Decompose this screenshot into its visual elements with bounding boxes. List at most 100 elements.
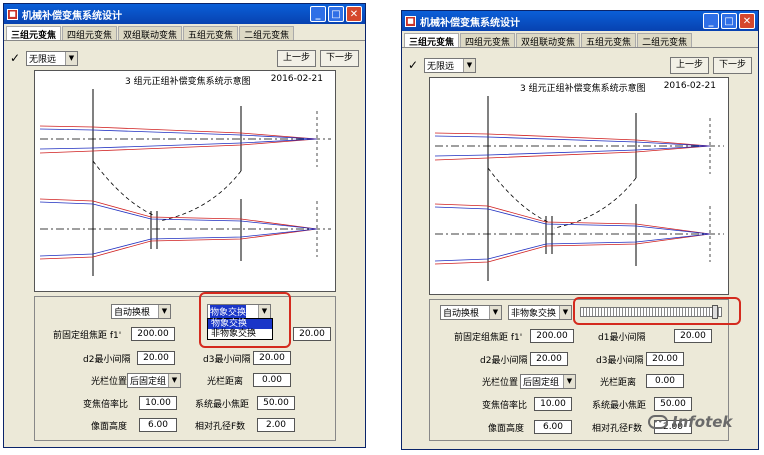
tab-linked[interactable]: 双组联动变焦 <box>118 26 183 41</box>
d1-input[interactable]: 20.00 <box>674 329 712 343</box>
wechat-icon: •• <box>648 415 668 429</box>
maximize-icon[interactable]: □ <box>721 13 737 29</box>
d2-input[interactable]: 20.00 <box>530 352 568 366</box>
stop-pos-label: 光栏位置 <box>482 377 519 388</box>
window-title: 机械补偿变焦系统设计 <box>22 10 122 22</box>
title-bar[interactable]: ■ 机械补偿变焦系统设计 _ □ ✕ <box>4 4 365 24</box>
chevron-down-icon[interactable]: ▼ <box>559 305 571 319</box>
image-height-input[interactable]: 6.00 <box>139 418 177 432</box>
min-focal-label: 系统最小焦距 <box>195 399 250 410</box>
front-focal-input[interactable]: 200.00 <box>131 327 175 341</box>
toolbar: ✓ 无限远 ▼ 上一步 下一步 <box>408 55 752 75</box>
zoom-type-select[interactable]: 非物象交换 ▼ <box>508 304 572 320</box>
stop-pos-select[interactable]: 后固定组 ▼ <box>520 373 576 389</box>
stop-dist-label: 光栏距离 <box>207 376 244 387</box>
zoom-ratio-input[interactable]: 10.00 <box>534 397 572 411</box>
optical-diagram <box>434 96 724 281</box>
min-focal-label: 系统最小焦距 <box>592 400 647 411</box>
ray-blue-lower-2 <box>39 228 318 257</box>
compensator-cam-curve <box>553 177 637 229</box>
distance-value: 无限远 <box>427 61 455 72</box>
root-mode-value: 自动换根 <box>443 308 480 319</box>
rel-aperture-label: 相对孔径F数 <box>195 421 246 432</box>
chevron-down-icon[interactable]: ▼ <box>168 373 180 387</box>
tab-five-group[interactable]: 五组元变焦 <box>581 33 637 48</box>
check-icon: ✓ <box>408 58 419 72</box>
image-height-input[interactable]: 6.00 <box>534 420 572 434</box>
prev-button[interactable]: 上一步 <box>276 49 316 67</box>
tab-bar: 三组元变焦 四组元变焦 双组联动变焦 五组元变焦 二组元变焦 <box>402 31 758 48</box>
image-height-label: 像面高度 <box>488 423 525 434</box>
diagram-canvas: 3 组元正组补偿变焦系统示意图 2016-02-21 <box>34 70 336 292</box>
tab-four-group[interactable]: 四组元变焦 <box>460 33 516 48</box>
zoom-cam-curve <box>92 160 154 216</box>
tab-four-group[interactable]: 四组元变焦 <box>62 26 118 41</box>
rel-aperture-label: 相对孔径F数 <box>592 423 643 434</box>
front-focal-label: 前固定组焦距 f1' <box>53 330 122 341</box>
d3-input[interactable]: 20.00 <box>253 351 291 365</box>
min-focal-input[interactable]: 50.00 <box>257 396 295 410</box>
d1-label: d1最小间隔 <box>598 332 646 343</box>
stop-pos-value: 后固定组 <box>130 376 167 387</box>
chevron-down-icon[interactable]: ▼ <box>158 304 170 318</box>
title-bar[interactable]: ■ 机械补偿变焦系统设计 _ □ ✕ <box>402 11 758 31</box>
zoom-ratio-label: 变焦倍率比 <box>482 400 528 411</box>
tab-two-group[interactable]: 二组元变焦 <box>637 33 693 48</box>
d2-input[interactable]: 20.00 <box>137 351 175 365</box>
tab-three-group[interactable]: 三组元变焦 <box>6 26 62 41</box>
front-focal-input[interactable]: 200.00 <box>530 329 574 343</box>
ray-blue-lower-2 <box>434 233 711 262</box>
root-mode-value: 自动换根 <box>114 307 151 318</box>
minimize-icon[interactable]: _ <box>703 13 719 29</box>
image-height-label: 像面高度 <box>91 421 128 432</box>
toolbar: ✓ 无限远 ▼ 上一步 下一步 <box>10 48 359 68</box>
distance-select[interactable]: 无限远 ▼ <box>26 50 78 66</box>
stop-dist-label: 光栏距离 <box>600 377 637 388</box>
stop-pos-value: 后固定组 <box>523 377 560 388</box>
tab-bar: 三组元变焦 四组元变焦 双组联动变焦 五组元变焦 二组元变焦 <box>4 24 365 41</box>
zoom-ratio-input[interactable]: 10.00 <box>139 396 177 410</box>
stop-dist-input[interactable]: 0.00 <box>646 374 684 388</box>
watermark-text: Infotek <box>672 413 733 431</box>
root-mode-select[interactable]: 自动换根 ▼ <box>111 303 171 319</box>
tab-linked[interactable]: 双组联动变焦 <box>516 33 581 48</box>
close-icon[interactable]: ✕ <box>346 6 362 22</box>
d1-input[interactable]: 20.00 <box>293 327 331 341</box>
root-mode-select[interactable]: 自动换根 ▼ <box>440 304 502 320</box>
zoom-type-value: 非物象交换 <box>511 308 557 319</box>
tab-two-group[interactable]: 二组元变焦 <box>239 26 295 41</box>
min-focal-input[interactable]: 50.00 <box>654 397 692 411</box>
tab-three-group[interactable]: 三组元变焦 <box>404 33 460 48</box>
d3-label: d3最小间隔 <box>596 355 644 366</box>
stop-pos-select[interactable]: 后固定组 ▼ <box>127 372 181 388</box>
chevron-down-icon[interactable]: ▼ <box>563 374 575 388</box>
rel-aperture-input[interactable]: 2.00 <box>257 418 295 432</box>
window-left: ■ 机械补偿变焦系统设计 _ □ ✕ 三组元变焦 四组元变焦 双组联动变焦 五组… <box>3 3 366 448</box>
minimize-icon[interactable]: _ <box>310 6 326 22</box>
d3-label: d3最小间隔 <box>203 354 251 365</box>
maximize-icon[interactable]: □ <box>328 6 344 22</box>
stop-dist-input[interactable]: 0.00 <box>253 373 291 387</box>
window-right: ■ 机械补偿变焦系统设计 _ □ ✕ 三组元变焦 四组元变焦 双组联动变焦 五组… <box>401 10 759 450</box>
stop-pos-label: 光栏位置 <box>91 376 128 387</box>
check-icon: ✓ <box>10 51 21 65</box>
highlight-annotation <box>573 297 741 325</box>
distance-select[interactable]: 无限远 ▼ <box>424 57 476 73</box>
highlight-annotation <box>199 292 291 348</box>
next-button[interactable]: 下一步 <box>712 56 752 74</box>
app-icon: ■ <box>7 8 18 20</box>
chevron-down-icon[interactable]: ▼ <box>463 58 475 72</box>
d2-label: d2最小间隔 <box>83 354 131 365</box>
chevron-down-icon[interactable]: ▼ <box>489 305 501 319</box>
d3-input[interactable]: 20.00 <box>646 352 684 366</box>
close-icon[interactable]: ✕ <box>739 13 755 29</box>
tab-five-group[interactable]: 五组元变焦 <box>183 26 239 41</box>
window-title: 机械补偿变焦系统设计 <box>420 17 520 29</box>
chevron-down-icon[interactable]: ▼ <box>65 51 77 65</box>
distance-value: 无限远 <box>29 54 57 65</box>
optical-diagram <box>39 89 331 276</box>
next-button[interactable]: 下一步 <box>319 49 359 67</box>
prev-button[interactable]: 上一步 <box>669 56 709 74</box>
watermark: •• Infotek <box>648 413 732 431</box>
app-icon: ■ <box>405 15 416 27</box>
